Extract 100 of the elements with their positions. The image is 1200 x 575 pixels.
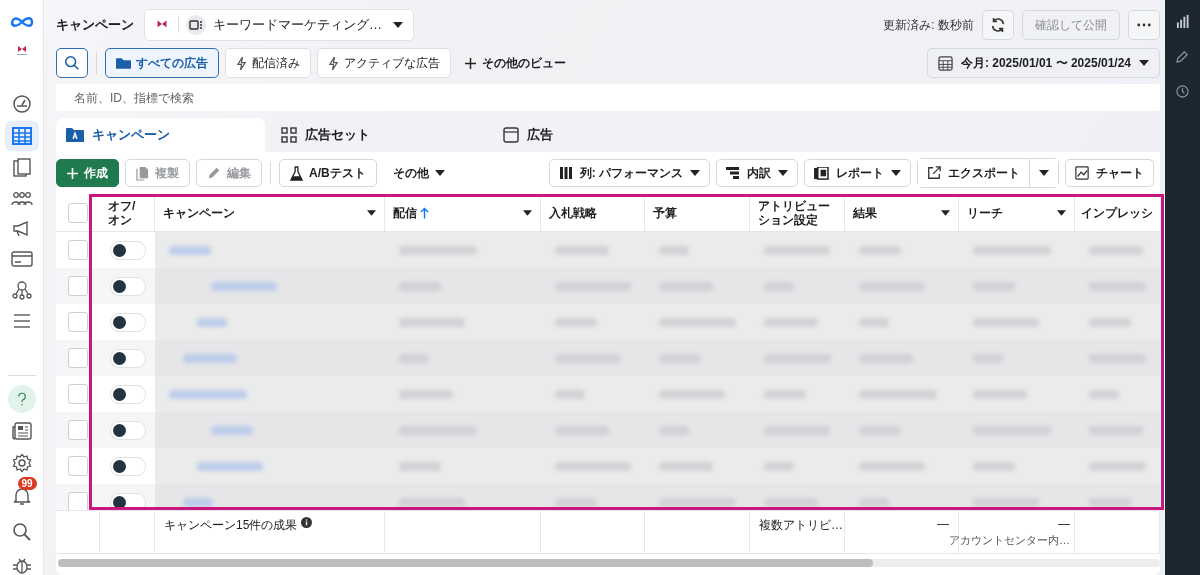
- external-link-icon: [927, 166, 941, 180]
- row-checkbox[interactable]: [68, 312, 88, 332]
- row-checkbox[interactable]: [68, 456, 88, 476]
- view-tab[interactable]: すべての広告: [105, 48, 219, 78]
- toolbar-button[interactable]: チャート: [1065, 159, 1154, 187]
- column-header[interactable]: アトリビューション設定: [758, 198, 833, 227]
- blurred-value: [859, 317, 889, 327]
- row-checkbox[interactable]: [68, 420, 88, 440]
- search-button[interactable]: [56, 48, 88, 78]
- blurred-value: [859, 461, 925, 471]
- menu-icon[interactable]: [11, 313, 32, 329]
- table-icon[interactable]: [4, 121, 39, 151]
- summary-label: キャンペーン15件の成果: [164, 517, 298, 534]
- blurred-value: [197, 317, 227, 327]
- toolbar-button[interactable]: 列: パフォーマンス: [548, 159, 710, 187]
- row-checkbox[interactable]: [68, 240, 88, 260]
- action-button[interactable]: A/Bテスト: [279, 159, 377, 187]
- settings-icon[interactable]: [11, 453, 32, 473]
- row-checkbox[interactable]: [68, 384, 88, 404]
- folder-icon: [116, 56, 131, 70]
- blurred-value: [1089, 245, 1143, 255]
- column-header[interactable]: 配信: [393, 205, 417, 220]
- account-selector[interactable]: キーワードマーケティング…: [144, 9, 414, 41]
- blurred-value: [169, 245, 211, 255]
- column-header[interactable]: 入札戦略: [549, 205, 597, 220]
- network-icon[interactable]: [11, 280, 32, 300]
- blurred-value: [973, 389, 1027, 399]
- meta-logo[interactable]: [9, 15, 34, 29]
- lightning-icon: [328, 55, 339, 71]
- page-title: キャンペーン: [56, 16, 134, 34]
- more-views-button[interactable]: その他のビュー: [457, 54, 574, 72]
- blurred-value: [211, 281, 277, 291]
- blurred-value: [1089, 389, 1119, 399]
- create-button[interactable]: 作成: [56, 159, 119, 187]
- date-range-picker[interactable]: 今月: 2025/01/01 〜 2025/01/24: [926, 48, 1160, 78]
- reach-note: アカウントセンター内…: [949, 533, 1070, 548]
- gauge-icon[interactable]: [11, 94, 32, 114]
- caret-icon: [1139, 60, 1149, 66]
- blurred-value: [764, 245, 830, 255]
- column-header[interactable]: 結果: [853, 205, 877, 220]
- blurred-value: [973, 497, 1039, 507]
- refresh-icon: [990, 17, 1006, 33]
- info-icon[interactable]: [301, 517, 313, 528]
- caret-icon[interactable]: [523, 209, 532, 216]
- blurred-value: [555, 317, 597, 327]
- clock-icon[interactable]: [1176, 85, 1189, 98]
- blurred-value: [764, 497, 818, 507]
- toolbar-button[interactable]: レポート: [804, 159, 911, 187]
- toolbar-button[interactable]: 内訳: [716, 159, 798, 187]
- view-tab[interactable]: 配信済み: [225, 48, 311, 78]
- plus-icon: [465, 57, 476, 69]
- status-toggle[interactable]: [109, 384, 146, 404]
- bell-icon[interactable]: [11, 486, 32, 506]
- lightning-icon: [236, 55, 247, 71]
- bar-chart-icon[interactable]: [1176, 15, 1189, 28]
- window-icon: [503, 127, 519, 143]
- export-menu-button[interactable]: [1029, 159, 1058, 187]
- blurred-value: [555, 497, 597, 507]
- column-header[interactable]: キャンペーン: [163, 205, 235, 220]
- refresh-button[interactable]: [982, 10, 1014, 40]
- attribution-summary: 複数アトリビ…: [759, 517, 843, 534]
- grid-icon: [281, 127, 297, 143]
- blurred-value: [555, 245, 609, 255]
- column-header[interactable]: リーチ: [967, 205, 1003, 220]
- caret-icon: [778, 170, 788, 176]
- row-checkbox[interactable]: [68, 348, 88, 368]
- caret-icon[interactable]: [941, 209, 950, 216]
- blurred-value: [399, 389, 453, 399]
- caret-icon[interactable]: [367, 209, 376, 216]
- search-icon[interactable]: [11, 522, 32, 542]
- column-header[interactable]: インプレッシ: [1081, 205, 1153, 220]
- flask-icon: [290, 165, 303, 181]
- level-tab[interactable]: キャンペーン: [56, 118, 265, 152]
- pages-icon[interactable]: [11, 158, 32, 178]
- blurred-value: [183, 497, 213, 507]
- row-checkbox[interactable]: [68, 276, 88, 296]
- ad-account-icon: [186, 15, 206, 35]
- blurred-value: [659, 461, 713, 471]
- blurred-value: [183, 353, 237, 363]
- pencil-icon[interactable]: [1176, 50, 1189, 63]
- status-toggle[interactable]: [109, 348, 146, 368]
- status-toggle[interactable]: [109, 420, 146, 440]
- card-icon[interactable]: [10, 251, 33, 267]
- status-toggle[interactable]: [109, 276, 146, 296]
- select-all-checkbox[interactable]: [68, 202, 88, 223]
- caret-icon[interactable]: [1057, 209, 1066, 216]
- status-toggle[interactable]: [109, 312, 146, 332]
- status-toggle[interactable]: [109, 456, 146, 476]
- column-header[interactable]: オフ/オン: [108, 198, 143, 227]
- row-checkbox[interactable]: [68, 492, 88, 510]
- horizontal-scrollbar[interactable]: [58, 559, 1160, 567]
- column-header[interactable]: 予算: [653, 205, 677, 220]
- view-tab[interactable]: アクティブな広告: [317, 48, 451, 78]
- news-icon[interactable]: [11, 422, 32, 440]
- folder-icon: [66, 127, 84, 143]
- people-icon[interactable]: [10, 191, 33, 207]
- columns-icon: [558, 167, 573, 179]
- update-status: 更新済み: 数秒前: [883, 16, 974, 34]
- status-toggle[interactable]: [109, 240, 146, 260]
- search-field[interactable]: 名前、ID、指標で検索: [56, 84, 1160, 111]
